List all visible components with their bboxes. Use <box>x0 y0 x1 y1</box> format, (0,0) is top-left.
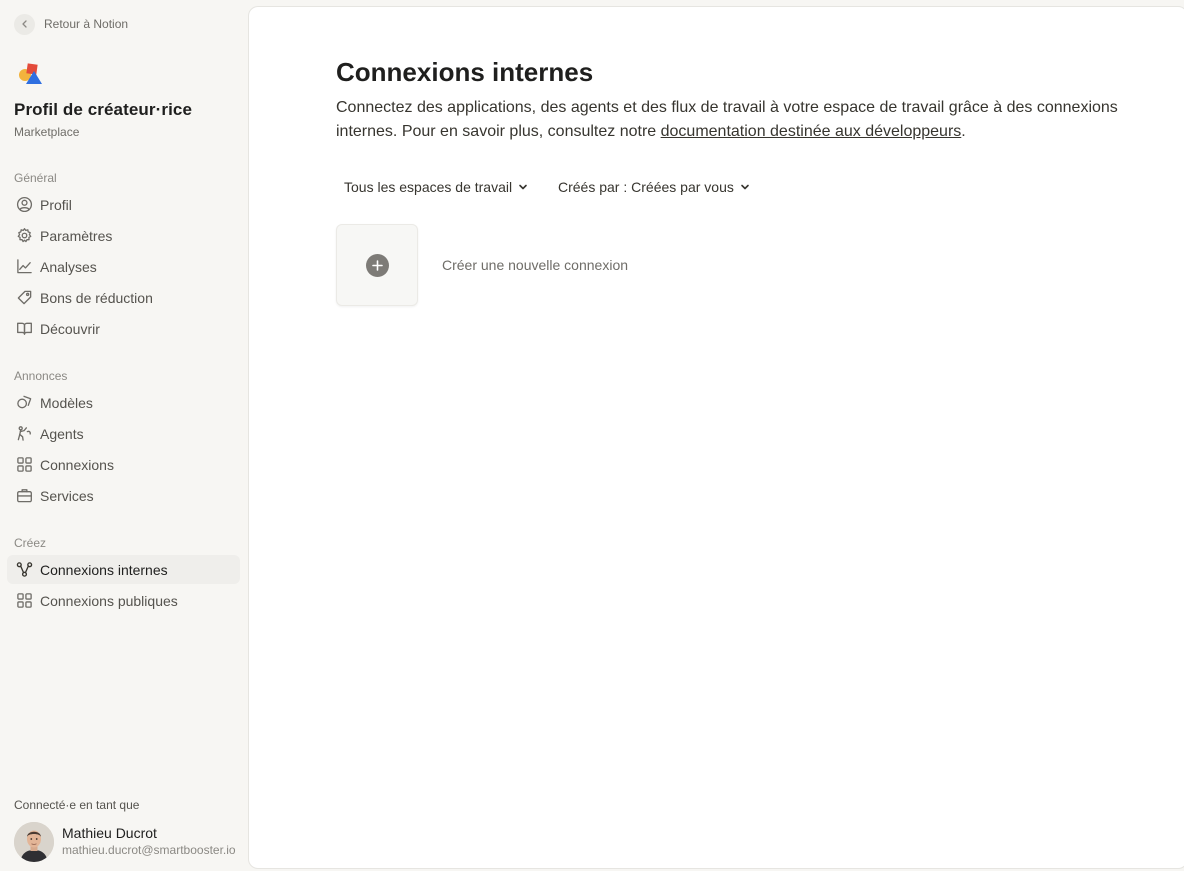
created-by-filter-dropdown[interactable]: Créés par : Créées par vous <box>558 175 750 199</box>
sidebar: Retour à Notion Profil de créateur·rice … <box>0 0 248 871</box>
page-description: Connectez des applications, des agents e… <box>336 96 1136 144</box>
created-by-filter-label: Créés par : Créées par vous <box>558 179 734 195</box>
sidebar-item-label: Découvrir <box>40 320 100 337</box>
avatar[interactable] <box>14 822 54 862</box>
back-label: Retour à Notion <box>44 17 129 31</box>
briefcase-icon <box>15 487 33 505</box>
profile-subtitle: Marketplace <box>14 125 80 139</box>
tag-icon <box>15 289 33 307</box>
sidebar-item-connexions[interactable]: Connexions <box>7 450 240 479</box>
shapes-icon <box>15 394 33 412</box>
gear-icon <box>15 227 33 245</box>
sidebar-item-label: Bons de réduction <box>40 289 153 306</box>
sidebar-item-profil[interactable]: Profil <box>7 190 240 219</box>
sidebar-item-label: Services <box>40 487 94 504</box>
sidebar-item-connexions-internes[interactable]: Connexions internes <box>7 555 240 584</box>
agent-icon <box>15 425 33 443</box>
chevron-left-icon <box>14 13 35 35</box>
user-name: Mathieu Ducrot <box>62 825 157 841</box>
section-label-general: Général <box>14 171 57 185</box>
chart-line-icon <box>15 258 33 276</box>
user-email: mathieu.ducrot@smartbooster.io <box>62 843 236 857</box>
workspace-filter-label: Tous les espaces de travail <box>344 179 513 195</box>
sidebar-item-label: Connexions internes <box>40 561 168 578</box>
new-connection-tile[interactable] <box>336 224 418 306</box>
sidebar-item-label: Connexions publiques <box>40 592 178 609</box>
plus-icon <box>365 253 389 277</box>
sidebar-item-label: Agents <box>40 425 84 442</box>
sidebar-item-analyses[interactable]: Analyses <box>7 252 240 281</box>
app-window: Retour à Notion Profil de créateur·rice … <box>0 0 1184 871</box>
developer-docs-link[interactable]: documentation destinée aux développeurs <box>661 123 962 140</box>
section-label-annonces: Annonces <box>14 369 68 383</box>
grid-icon <box>15 592 33 610</box>
main-content: Connexions internes Connectez des applic… <box>248 6 1184 869</box>
sidebar-item-connexions-publiques[interactable]: Connexions publiques <box>7 586 240 615</box>
sidebar-item-bons-de-reduction[interactable]: Bons de réduction <box>7 283 240 312</box>
back-to-notion-button[interactable]: Retour à Notion <box>14 13 128 35</box>
sidebar-item-services[interactable]: Services <box>7 481 240 510</box>
sidebar-item-decouvrir[interactable]: Découvrir <box>7 314 240 343</box>
chevron-down-icon <box>741 184 749 190</box>
sidebar-item-modeles[interactable]: Modèles <box>7 388 240 417</box>
book-open-icon <box>15 320 33 338</box>
connected-as-label: Connecté·e en tant que <box>14 798 140 812</box>
profile-title: Profil de créateur·rice <box>14 100 193 119</box>
section-label-creez: Créez <box>14 536 47 550</box>
page-title: Connexions internes <box>336 57 594 87</box>
nodes-icon <box>15 561 33 579</box>
sidebar-item-label: Analyses <box>40 258 97 275</box>
sidebar-item-label: Connexions <box>40 456 114 473</box>
sidebar-item-parametres[interactable]: Paramètres <box>7 221 240 250</box>
grid-icon <box>15 456 33 474</box>
sidebar-item-label: Modèles <box>40 394 93 411</box>
description-end: . <box>961 123 966 140</box>
sidebar-item-agents[interactable]: Agents <box>7 419 240 448</box>
chevron-down-icon <box>519 184 527 190</box>
marketplace-logo-icon <box>18 62 44 86</box>
sidebar-item-label: Profil <box>40 196 72 213</box>
new-connection-label[interactable]: Créer une nouvelle connexion <box>442 257 628 273</box>
workspace-filter-dropdown[interactable]: Tous les espaces de travail <box>344 175 528 199</box>
sidebar-item-label: Paramètres <box>40 227 113 244</box>
user-circle-icon <box>15 196 33 214</box>
